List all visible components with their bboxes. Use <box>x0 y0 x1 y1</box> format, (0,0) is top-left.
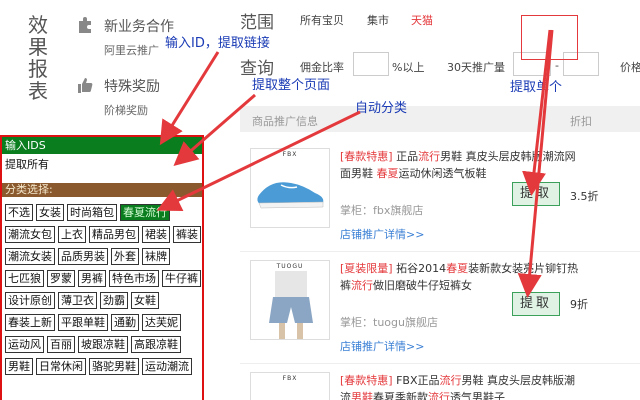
arrow-to-extract-single-2 <box>517 29 554 298</box>
arrow-to-extract-all <box>173 93 256 166</box>
arrow-to-input <box>159 51 220 146</box>
annotation-arrows <box>156 29 554 298</box>
arrow-to-category <box>156 110 361 211</box>
